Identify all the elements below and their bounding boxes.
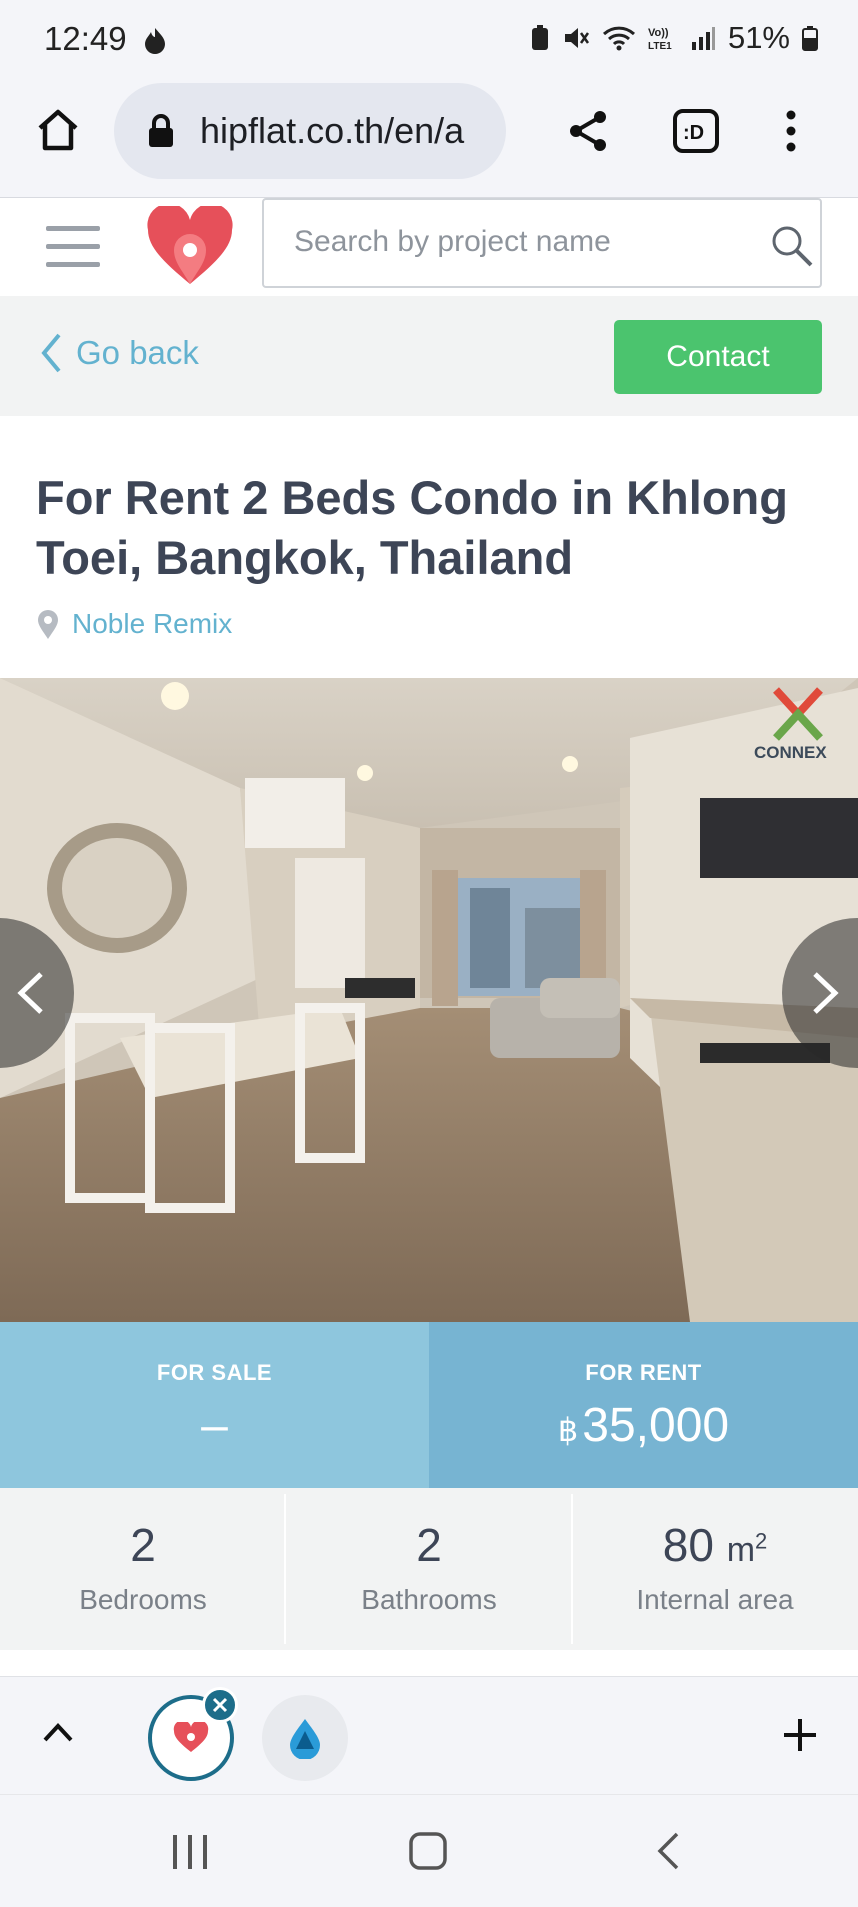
area-stat: 80 m2 Internal area bbox=[572, 1488, 858, 1650]
battery-percent: 51% bbox=[727, 20, 790, 55]
hipflat-logo-icon[interactable] bbox=[146, 206, 234, 288]
wifi-icon bbox=[602, 26, 635, 51]
currency-symbol: ฿ bbox=[557, 1412, 579, 1448]
battery-icon bbox=[802, 26, 818, 51]
signal-icon bbox=[691, 27, 715, 50]
rent-label: FOR RENT bbox=[585, 1360, 702, 1385]
sale-label: FOR SALE bbox=[156, 1360, 273, 1385]
room-photo bbox=[0, 678, 858, 1322]
other-tab-button[interactable] bbox=[262, 1695, 348, 1781]
action-bar: Go back Contact bbox=[0, 296, 858, 416]
chevron-up-icon[interactable] bbox=[42, 1721, 74, 1743]
search-input[interactable]: Search by project name bbox=[262, 198, 822, 288]
volte-icon: Vo)) LTE1 bbox=[648, 27, 672, 52]
listing-stats: 2 Bedrooms 2 Bathrooms 80 m2 Internal ar… bbox=[0, 1488, 858, 1650]
status-bar: 12:49 Vo)) LTE1 51% bbox=[0, 0, 858, 80]
search-placeholder: Search by project name bbox=[294, 225, 611, 258]
system-nav-bar bbox=[0, 1794, 858, 1907]
share-icon[interactable] bbox=[566, 108, 610, 154]
listing-title: For Rent 2 Beds Condo in Khlong Toei, Ba… bbox=[36, 471, 788, 584]
bedrooms-label: Bedrooms bbox=[79, 1584, 207, 1615]
svg-text:CONNEX: CONNEX bbox=[754, 743, 827, 762]
carousel-prev-icon bbox=[17, 972, 43, 1014]
battery-saver-icon bbox=[531, 25, 548, 50]
area-label: Internal area bbox=[636, 1584, 794, 1615]
area-unit: m2 bbox=[726, 1528, 768, 1569]
bathrooms-value: 2 bbox=[416, 1519, 442, 1571]
project-link[interactable]: Noble Remix bbox=[36, 608, 232, 640]
bathrooms-stat: 2 Bathrooms bbox=[286, 1488, 572, 1650]
more-icon[interactable] bbox=[782, 108, 800, 154]
area-number: 80 bbox=[662, 1519, 714, 1571]
browser-bottom-bar bbox=[0, 1676, 858, 1794]
rent-value: ฿35,000 bbox=[429, 1398, 858, 1453]
home-icon[interactable] bbox=[34, 106, 82, 154]
search-icon[interactable] bbox=[770, 224, 814, 268]
sale-price-panel: FOR SALE – bbox=[0, 1322, 429, 1488]
back-nav-icon[interactable] bbox=[656, 1831, 680, 1871]
go-back-link[interactable]: Go back bbox=[40, 332, 199, 374]
bathrooms-label: Bathrooms bbox=[361, 1584, 497, 1615]
project-name: Noble Remix bbox=[72, 608, 233, 639]
status-time: 12:49 bbox=[44, 20, 168, 58]
connex-watermark: CONNEX bbox=[754, 687, 827, 762]
chevron-left-icon bbox=[41, 333, 61, 373]
svg-text:LTE1: LTE1 bbox=[648, 41, 672, 52]
status-icons: Vo)) LTE1 51% bbox=[530, 20, 818, 56]
rent-amount: 35,000 bbox=[582, 1399, 730, 1452]
plus-icon[interactable] bbox=[782, 1717, 818, 1753]
svg-text::D: :D bbox=[683, 122, 704, 144]
address-bar[interactable]: hipflat.co.th/en/a bbox=[114, 83, 506, 179]
hipflat-heart-icon bbox=[173, 1722, 209, 1752]
home-nav-icon[interactable] bbox=[408, 1831, 448, 1871]
recent-apps-icon[interactable] bbox=[170, 1833, 210, 1871]
url-text: hipflat.co.th/en/a bbox=[200, 110, 465, 151]
rent-price-panel: FOR RENT ฿35,000 bbox=[429, 1322, 858, 1488]
close-icon bbox=[212, 1697, 228, 1713]
flame-icon bbox=[144, 28, 165, 54]
go-back-label: Go back bbox=[76, 334, 199, 371]
contact-button[interactable]: Contact bbox=[614, 320, 822, 394]
bedrooms-value: 2 bbox=[130, 1519, 156, 1571]
listing-photo[interactable]: CONNEX bbox=[0, 678, 858, 1322]
sale-value: – bbox=[201, 1399, 228, 1452]
close-tab-button[interactable] bbox=[202, 1687, 238, 1723]
browser-toolbar: hipflat.co.th/en/a :D bbox=[0, 80, 858, 198]
hamburger-icon[interactable] bbox=[46, 226, 100, 268]
site-header: Search by project name bbox=[0, 198, 858, 296]
lock-icon bbox=[149, 114, 173, 147]
drop-app-icon bbox=[290, 1719, 320, 1759]
price-bar: FOR SALE – FOR RENT ฿35,000 bbox=[0, 1322, 858, 1488]
bedrooms-stat: 2 Bedrooms bbox=[0, 1488, 286, 1650]
mute-icon bbox=[564, 28, 589, 48]
carousel-next-icon bbox=[813, 972, 839, 1014]
location-pin-icon bbox=[38, 610, 58, 639]
svg-text:Vo)): Vo)) bbox=[648, 27, 669, 39]
area-value: 80 m2 bbox=[572, 1518, 858, 1572]
tab-switcher-icon[interactable]: :D bbox=[672, 108, 720, 154]
